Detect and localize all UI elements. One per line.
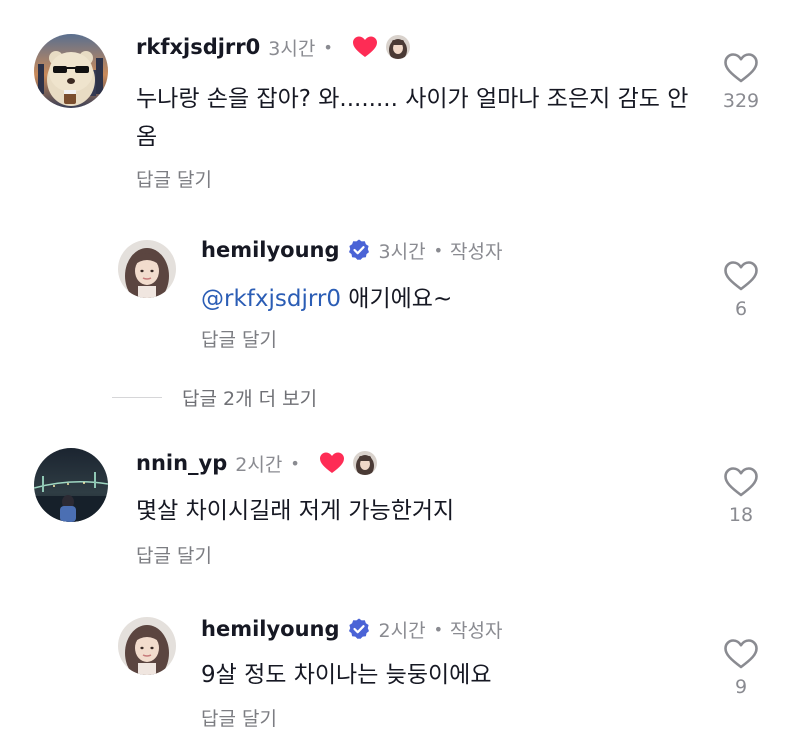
- view-more-replies-label[interactable]: 답글 2개 더 보기: [182, 384, 317, 411]
- timestamp: 3시간: [378, 240, 426, 263]
- username[interactable]: hemilyoung: [201, 238, 340, 262]
- avatar[interactable]: [118, 240, 176, 298]
- verified-badge-icon: [347, 617, 371, 641]
- username[interactable]: hemilyoung: [201, 617, 340, 641]
- like-count: 6: [734, 298, 748, 320]
- reply-button[interactable]: 답글 달기: [136, 165, 212, 192]
- like-control: 6: [711, 260, 771, 320]
- comment-text: 몇살 차이시길래 저게 가능한거지: [136, 498, 455, 524]
- like-control: 18: [711, 466, 771, 526]
- like-control: 329: [711, 52, 771, 112]
- creator-avatar-icon: [352, 451, 377, 475]
- comment-meta: nnin_yp 2시간 •: [136, 448, 377, 478]
- like-count: 329: [722, 90, 760, 112]
- red-heart-icon: [352, 35, 378, 59]
- red-heart-icon: [319, 451, 345, 475]
- like-control: 9: [711, 638, 771, 698]
- comment-meta: hemilyoung 2시간 • 작성자: [201, 614, 502, 644]
- divider: [112, 396, 162, 398]
- avatar[interactable]: [118, 617, 176, 675]
- author-label: 작성자: [450, 619, 503, 642]
- timestamp: 2시간: [235, 453, 283, 476]
- mention-link[interactable]: @rkfxjsdjrr0: [201, 286, 341, 312]
- like-count: 9: [734, 676, 748, 698]
- heart-outline-icon[interactable]: [723, 52, 759, 84]
- comment-text: 9살 정도 차이나는 늦둥이에요: [201, 662, 492, 688]
- creator-avatar-icon: [385, 35, 410, 59]
- separator-dot: •: [433, 619, 444, 639]
- reply-button[interactable]: 답글 달기: [136, 541, 212, 568]
- timestamp: 2시간: [378, 619, 426, 642]
- avatar[interactable]: [34, 448, 108, 522]
- username[interactable]: nnin_yp: [136, 451, 227, 475]
- separator-dot: •: [433, 240, 444, 260]
- timestamp: 3시간: [268, 37, 316, 60]
- username[interactable]: rkfxjsdjrr0: [136, 35, 260, 59]
- separator-dot: •: [323, 37, 333, 57]
- heart-outline-icon[interactable]: [723, 638, 759, 670]
- heart-outline-icon[interactable]: [723, 260, 759, 292]
- comment-meta: rkfxjsdjrr0 3시간 •: [136, 32, 410, 62]
- comment-text: @rkfxjsdjrr0 애기에요~: [201, 280, 761, 318]
- separator-dot: •: [290, 453, 300, 473]
- verified-badge-icon: [347, 238, 371, 262]
- like-count: 18: [728, 504, 754, 526]
- view-more-replies[interactable]: 답글 2개 더 보기: [112, 383, 317, 411]
- reply-button[interactable]: 답글 달기: [201, 325, 277, 352]
- heart-outline-icon[interactable]: [723, 466, 759, 498]
- comment-meta: hemilyoung 3시간 • 작성자: [201, 235, 502, 265]
- author-label: 작성자: [450, 240, 503, 263]
- avatar[interactable]: [34, 34, 108, 108]
- comment-text-body: 애기에요~: [341, 286, 453, 312]
- reply-button[interactable]: 답글 달기: [201, 704, 277, 731]
- comment-text: 누나랑 손을 잡아? 와........ 사이가 얼마나 조은지 감도 안옴: [136, 86, 689, 150]
